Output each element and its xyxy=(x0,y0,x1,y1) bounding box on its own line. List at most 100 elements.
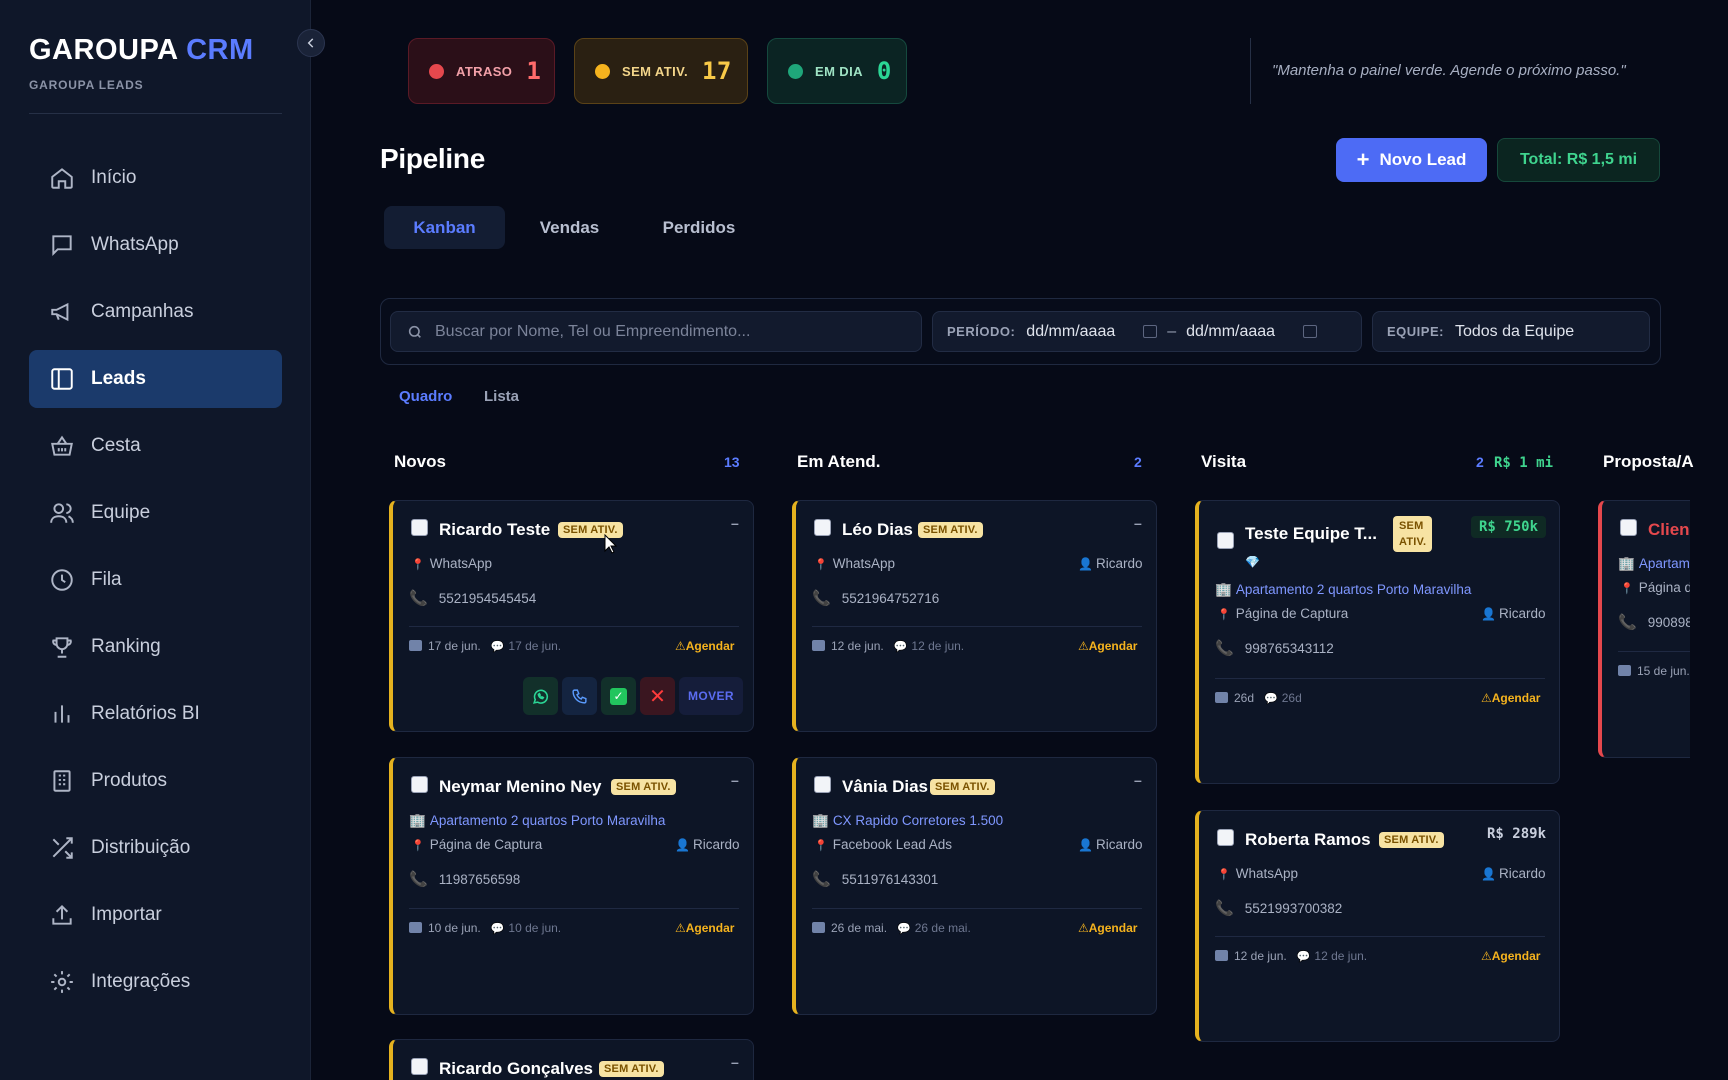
sidebar-item-importar[interactable]: Importar xyxy=(29,886,282,944)
lead-card[interactable]: Vânia Dias SEM ATIV. – 🏢 CX Rapido Corret… xyxy=(792,757,1157,1015)
lead-name[interactable]: Léo Dias xyxy=(842,520,913,540)
schedule-link[interactable]: ⚠Agendar xyxy=(675,639,734,653)
lead-project[interactable]: 🏢 CX Rapido Corretores 1.500 xyxy=(812,813,1003,829)
schedule-link[interactable]: ⚠Agendar xyxy=(1078,639,1137,653)
sidebar-item-ranking[interactable]: Ranking xyxy=(29,618,282,676)
sidebar-item-whatsapp[interactable]: WhatsApp xyxy=(29,216,282,274)
lead-value: R$ 750k xyxy=(1471,516,1547,538)
sidebar-item-campanhas[interactable]: Campanhas xyxy=(29,283,282,341)
select-checkbox[interactable] xyxy=(1217,532,1234,549)
lead-name[interactable]: Teste Equipe T... xyxy=(1245,524,1377,544)
status-no-activity-chip[interactable]: SEM ATIV. 17 xyxy=(574,38,748,104)
status-dot-yellow xyxy=(595,63,610,79)
sidebar-nav: Início WhatsApp Campanhas Leads Cesta Eq… xyxy=(29,149,282,1020)
lead-card[interactable]: Léo Dias SEM ATIV. – 📍 WhatsApp 👤 Ricardo … xyxy=(792,500,1157,732)
select-checkbox[interactable] xyxy=(814,519,831,536)
sidebar-item-label: Fila xyxy=(91,569,122,590)
lead-name[interactable]: Neymar Menino Ney xyxy=(439,777,602,797)
select-checkbox[interactable] xyxy=(411,1058,428,1075)
sidebar-item-cesta[interactable]: Cesta xyxy=(29,417,282,475)
select-checkbox[interactable] xyxy=(411,776,428,793)
lead-source: 📍 Facebook Lead Ads xyxy=(814,837,952,852)
page-title: Pipeline xyxy=(380,143,485,174)
lead-source: 📍 Página de Captura xyxy=(1217,606,1348,621)
brand-logo[interactable]: GAROUPA CRM xyxy=(29,34,254,67)
search-input[interactable] xyxy=(435,322,915,341)
sidebar-item-label: Produtos xyxy=(91,770,168,791)
tab-vendas[interactable]: Vendas xyxy=(511,206,628,249)
divider xyxy=(812,908,1142,909)
lead-source: 📍 Página d xyxy=(1620,580,1690,595)
view-lista[interactable]: Lista xyxy=(484,388,519,405)
column-title-proposta: Proposta/A xyxy=(1603,452,1694,471)
lead-project[interactable]: 🏢 Apartamento 2 quartos Porto Maravilha xyxy=(1215,582,1471,598)
lead-name[interactable]: Ricardo Teste xyxy=(439,520,550,540)
date-from-input[interactable]: dd/mm/aaaa xyxy=(1026,323,1115,341)
sidebar-item-relatorios[interactable]: Relatórios BI xyxy=(29,685,282,743)
lead-card[interactable]: Clien 🏢 Apartam 📍 Página d 📞 990898 15 de j… xyxy=(1598,500,1690,758)
column-title-novos: Novos xyxy=(394,452,446,471)
collapse-dash-icon[interactable]: – xyxy=(731,1054,739,1070)
calendar-icon[interactable] xyxy=(1303,325,1318,338)
lead-card[interactable]: Teste Equipe T... SEM ATIV. R$ 750k 💎 🏢 Ap… xyxy=(1195,500,1560,784)
lead-phone: 📞 998765343112 xyxy=(1215,639,1334,657)
calendar-icon xyxy=(1215,950,1228,961)
lead-source: 📍 WhatsApp xyxy=(1217,866,1298,881)
lead-card[interactable]: Roberta Ramos SEM ATIV. R$ 289k 📍 WhatsAp… xyxy=(1195,810,1560,1042)
lead-phone: 📞 5521993700382 xyxy=(1215,899,1342,917)
collapse-dash-icon[interactable]: – xyxy=(1134,772,1142,788)
select-checkbox[interactable] xyxy=(814,776,831,793)
mark-lost-button[interactable]: ✕ xyxy=(640,677,675,715)
status-count: 1 xyxy=(526,57,542,85)
sidebar-item-equipe[interactable]: Equipe xyxy=(29,484,282,542)
lead-card[interactable]: Ricardo Teste SEM ATIV. – 📍 WhatsApp 📞 552… xyxy=(389,500,754,732)
sidebar-item-produtos[interactable]: Produtos xyxy=(29,752,282,810)
status-badge: SEM ATIV. xyxy=(918,522,983,538)
collapse-dash-icon[interactable]: – xyxy=(731,515,739,531)
lead-phone-text: 990898 xyxy=(1647,615,1690,630)
last-contact-date: 12 de jun. xyxy=(1314,949,1368,963)
created-date: 12 de jun. xyxy=(1234,949,1287,963)
lead-project[interactable]: 🏢 Apartam xyxy=(1618,556,1690,572)
schedule-link[interactable]: ⚠Agendar xyxy=(675,921,734,935)
created-date: 15 de jun. xyxy=(1637,664,1690,678)
lead-name[interactable]: Vânia Dias xyxy=(842,777,928,797)
sidebar-collapse-button[interactable] xyxy=(297,29,325,57)
collapse-dash-icon[interactable]: – xyxy=(731,772,739,788)
status-on-time-chip[interactable]: EM DIA 0 xyxy=(767,38,907,104)
lead-name[interactable]: Ricardo Gonçalves xyxy=(439,1059,593,1079)
sidebar-item-inicio[interactable]: Início xyxy=(29,149,282,207)
move-button[interactable]: MOVER xyxy=(679,677,743,715)
mark-won-button[interactable]: ✓ xyxy=(601,677,636,715)
new-lead-button[interactable]: + Novo Lead xyxy=(1336,138,1487,182)
tab-kanban[interactable]: Kanban xyxy=(384,206,505,249)
select-checkbox[interactable] xyxy=(1217,829,1234,846)
sidebar-item-integracoes[interactable]: Integrações xyxy=(29,953,282,1011)
lead-card[interactable]: Ricardo Gonçalves SEM ATIV. – xyxy=(389,1039,754,1080)
schedule-link[interactable]: ⚠Agendar xyxy=(1481,949,1540,963)
lead-card[interactable]: Neymar Menino Ney SEM ATIV. – 🏢 Apartamen… xyxy=(389,757,754,1015)
lead-phone-text: 998765343112 xyxy=(1244,641,1334,656)
schedule-link[interactable]: ⚠Agendar xyxy=(1481,691,1540,705)
last-contact-date: 10 de jun. xyxy=(508,921,562,935)
view-quadro[interactable]: Quadro xyxy=(399,388,452,405)
created-date: 10 de jun. xyxy=(428,921,481,935)
sidebar-item-fila[interactable]: Fila xyxy=(29,551,282,609)
call-button[interactable] xyxy=(562,677,597,715)
status-late-chip[interactable]: ATRASO 1 xyxy=(408,38,555,104)
calendar-icon[interactable] xyxy=(1143,325,1158,338)
select-checkbox[interactable] xyxy=(411,519,428,536)
date-to-input[interactable]: dd/mm/aaaa xyxy=(1186,323,1275,341)
select-checkbox[interactable] xyxy=(1620,519,1637,536)
lead-name[interactable]: Clien xyxy=(1648,520,1690,540)
badge-text: SEM xyxy=(1399,520,1424,532)
tab-perdidos[interactable]: Perdidos xyxy=(640,206,758,249)
sidebar-item-distribuicao[interactable]: Distribuição xyxy=(29,819,282,877)
team-select[interactable]: EQUIPE: Todos da Equipe xyxy=(1372,311,1650,352)
collapse-dash-icon[interactable]: – xyxy=(1134,515,1142,531)
schedule-link[interactable]: ⚠Agendar xyxy=(1078,921,1137,935)
whatsapp-button[interactable] xyxy=(523,677,558,715)
lead-name[interactable]: Roberta Ramos xyxy=(1245,830,1371,850)
lead-project[interactable]: 🏢 Apartamento 2 quartos Porto Maravilha xyxy=(409,813,665,829)
sidebar-item-leads[interactable]: Leads xyxy=(29,350,282,408)
